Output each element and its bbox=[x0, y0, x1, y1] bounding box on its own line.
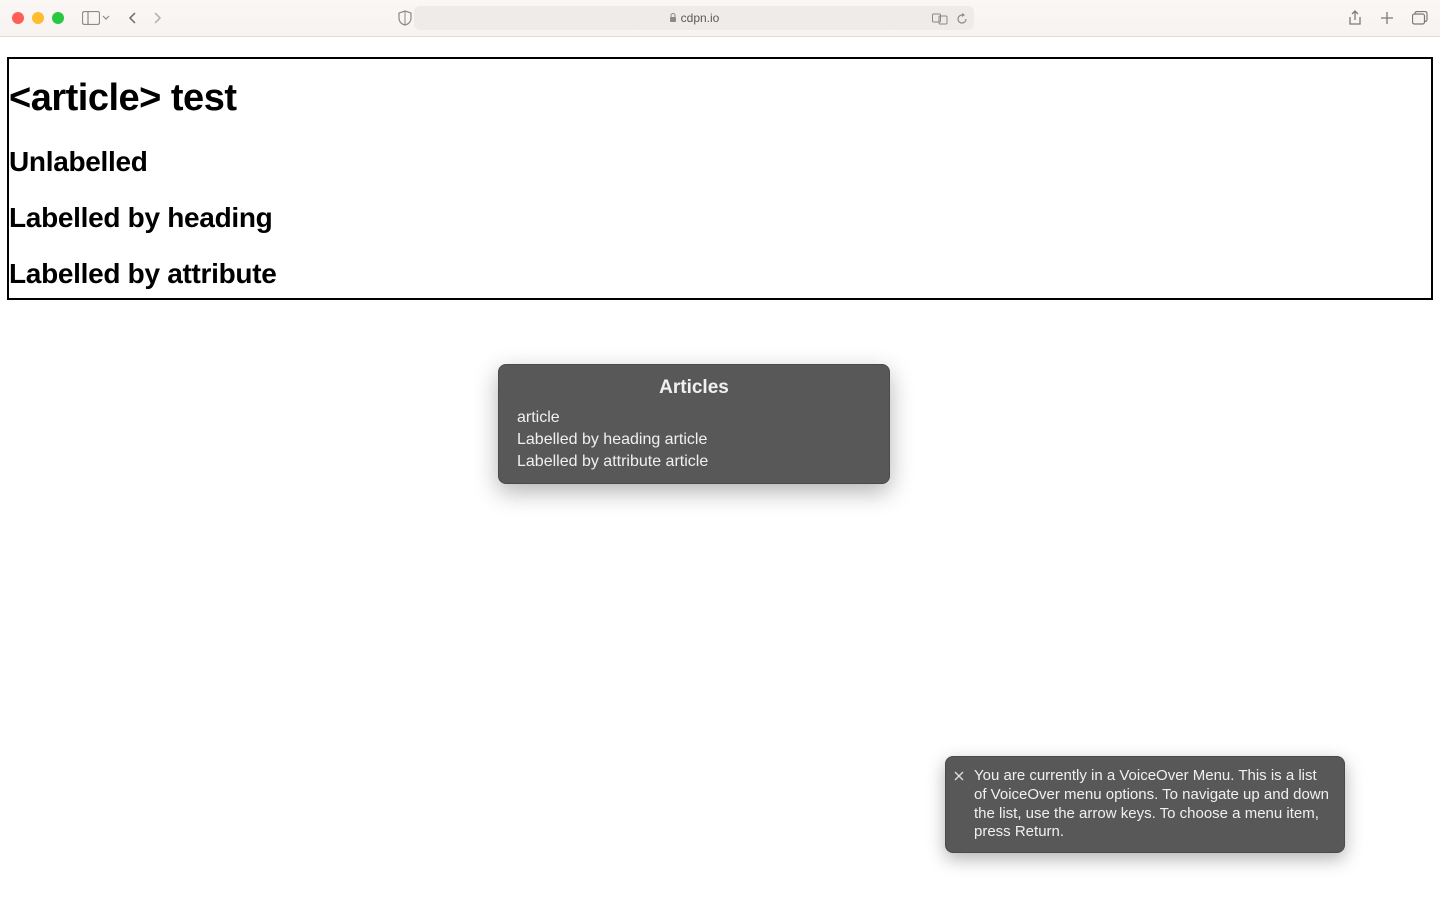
voiceover-rotor-item[interactable]: Labelled by heading article bbox=[499, 429, 889, 451]
chevron-left-icon bbox=[128, 11, 138, 25]
tabs-overview-button[interactable] bbox=[1412, 9, 1428, 27]
address-bar-right bbox=[932, 11, 968, 25]
heading-labelled-by-heading: Labelled by heading bbox=[9, 186, 1431, 242]
heading-unlabelled: Unlabelled bbox=[9, 130, 1431, 186]
voiceover-rotor-panel[interactable]: Articles article Labelled by heading art… bbox=[498, 364, 890, 484]
shield-icon bbox=[398, 10, 412, 26]
close-window-button[interactable] bbox=[12, 12, 24, 24]
voiceover-rotor-title: Articles bbox=[499, 373, 889, 407]
lock-icon bbox=[669, 13, 677, 24]
forward-button[interactable] bbox=[152, 11, 162, 25]
chevron-right-icon bbox=[152, 11, 162, 25]
new-tab-button[interactable] bbox=[1380, 9, 1394, 27]
nav-arrows bbox=[128, 11, 162, 25]
voiceover-cursor-region: <article> test Unlabelled Labelled by he… bbox=[7, 57, 1433, 300]
translate-icon bbox=[932, 13, 948, 25]
reload-icon bbox=[956, 13, 968, 25]
voiceover-caption-text: You are currently in a VoiceOver Menu. T… bbox=[974, 767, 1329, 840]
page-content: <article> test Unlabelled Labelled by he… bbox=[0, 37, 1440, 307]
privacy-report-button[interactable] bbox=[398, 9, 412, 27]
chevron-down-icon bbox=[102, 15, 110, 21]
close-icon bbox=[954, 771, 964, 781]
voiceover-caption-close-button[interactable] bbox=[954, 767, 964, 783]
voiceover-rotor-item[interactable]: article bbox=[499, 407, 889, 429]
address-bar[interactable]: cdpn.io bbox=[414, 6, 974, 30]
voiceover-rotor-item[interactable]: Labelled by attribute article bbox=[499, 451, 889, 473]
back-button[interactable] bbox=[128, 11, 138, 25]
sidebar-toggle-button[interactable] bbox=[82, 11, 110, 25]
share-icon bbox=[1348, 10, 1362, 26]
toolbar-right bbox=[1348, 9, 1428, 27]
reload-button[interactable] bbox=[956, 11, 968, 25]
heading-labelled-by-attribute: Labelled by attribute bbox=[9, 242, 1431, 298]
sidebar-icon bbox=[82, 11, 100, 25]
url-text: cdpn.io bbox=[681, 11, 720, 25]
translate-button[interactable] bbox=[932, 11, 948, 25]
page-title: <article> test bbox=[9, 59, 1431, 130]
minimize-window-button[interactable] bbox=[32, 12, 44, 24]
maximize-window-button[interactable] bbox=[52, 12, 64, 24]
voiceover-caption-panel: You are currently in a VoiceOver Menu. T… bbox=[945, 756, 1345, 853]
tabs-icon bbox=[1412, 11, 1428, 25]
window-controls bbox=[12, 12, 64, 24]
browser-toolbar: cdpn.io bbox=[0, 0, 1440, 37]
share-button[interactable] bbox=[1348, 9, 1362, 27]
plus-icon bbox=[1380, 11, 1394, 25]
